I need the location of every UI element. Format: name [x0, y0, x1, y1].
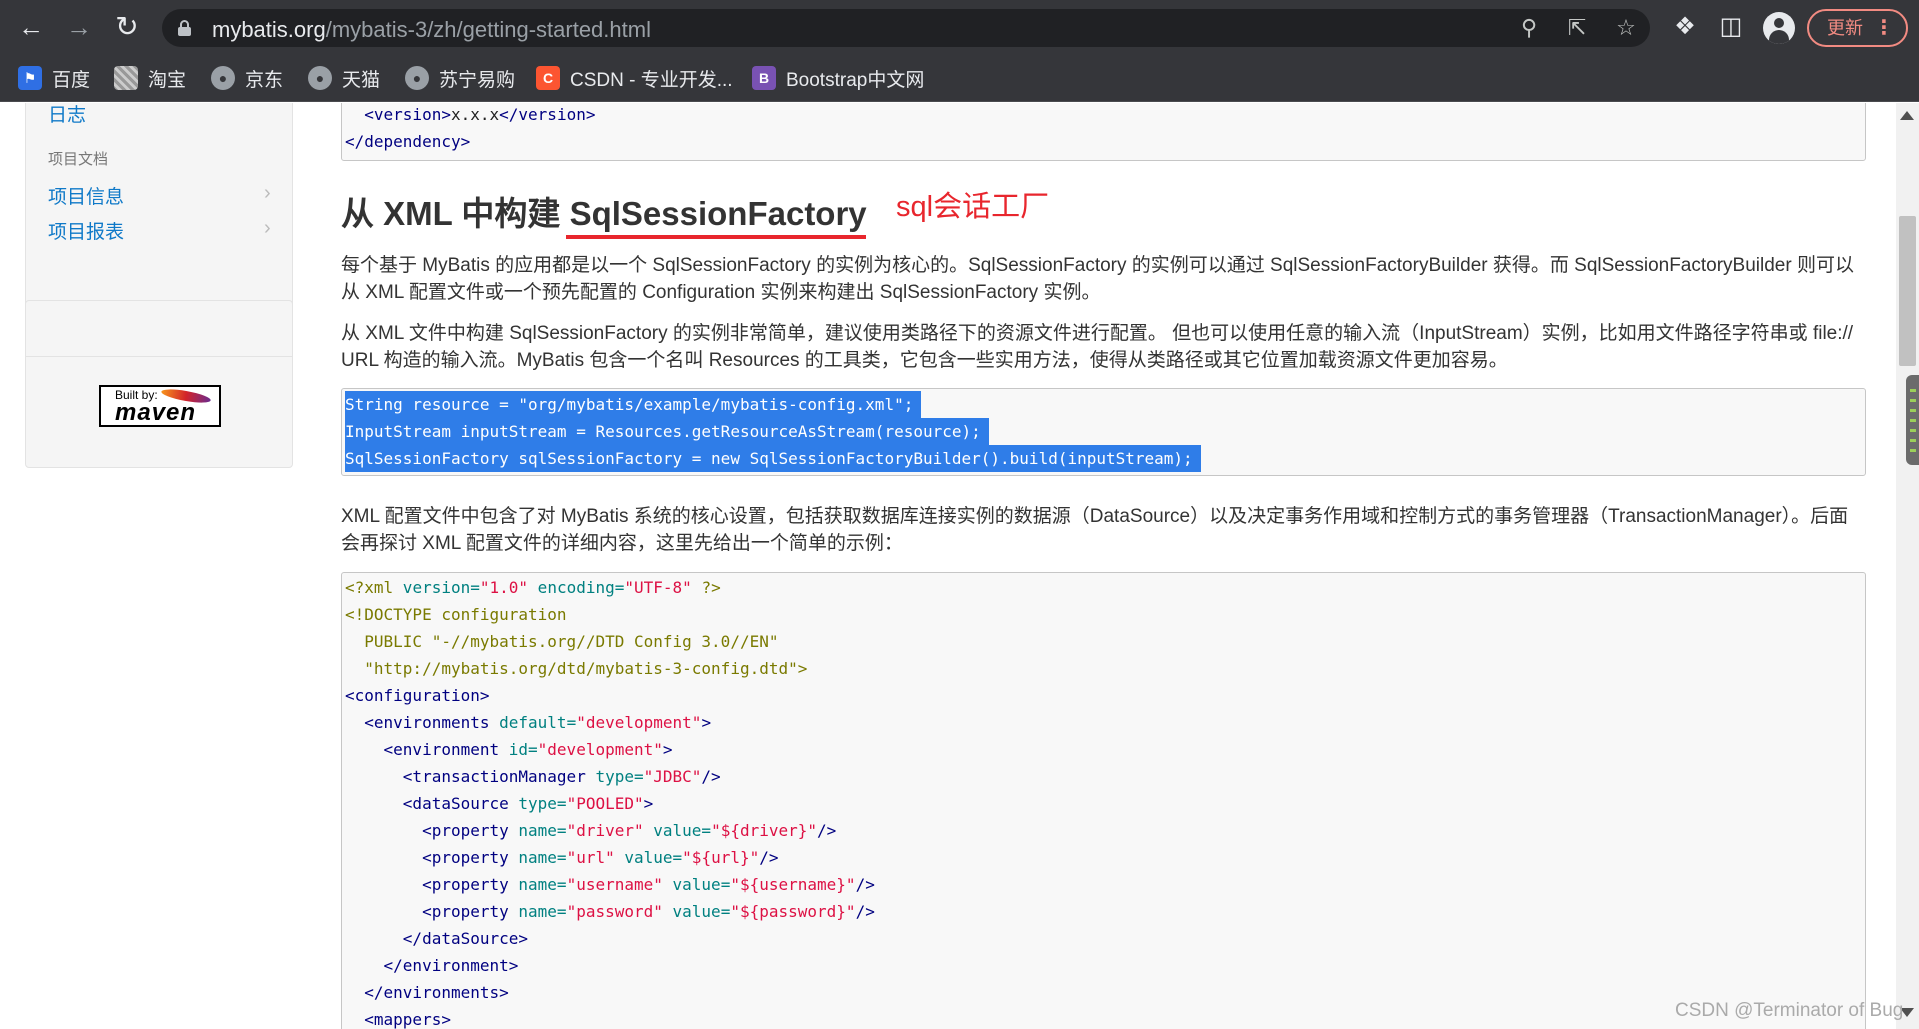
- code-line: </environments>: [345, 983, 509, 1002]
- maven-logo[interactable]: Built by: maven: [99, 385, 221, 427]
- section-heading: 从 XML 中构建 SqlSessionFactory: [341, 195, 867, 232]
- sidebar-item-project-info[interactable]: 项目信息: [48, 182, 124, 209]
- back-icon[interactable]: ←: [14, 10, 48, 44]
- more-menu-icon[interactable]: ⋮: [1874, 11, 1894, 45]
- bookmark-label: 京东: [245, 69, 284, 91]
- bookmark-label: 苏宁易购: [439, 69, 516, 91]
- bookmark-baidu[interactable]: ⚑ 百度: [18, 63, 90, 93]
- red-underline-annotation: [566, 235, 866, 239]
- browser-toolbar: ← → ↻ mybatis.org/mybatis-3/zh/getting-s…: [0, 0, 1919, 55]
- page-scrollbar[interactable]: [1896, 103, 1919, 1029]
- globe-icon: ●: [405, 66, 429, 90]
- scroll-up-arrow-icon[interactable]: [1900, 111, 1914, 120]
- bookmark-csdn[interactable]: C CSDN - 专业开发...: [536, 63, 733, 93]
- chevron-right-icon: ›: [264, 217, 271, 239]
- built-by-card: Built by: maven: [25, 300, 293, 468]
- chevron-right-icon: ›: [264, 182, 271, 204]
- bookmarks-bar: ⚑ 百度 淘宝 ● 京东 ● 天猫 ● 苏宁易购 C CSDN - 专业开发... B Bo…: [0, 55, 1919, 102]
- scrollbar-thumb[interactable]: [1899, 216, 1916, 366]
- bookmark-suning[interactable]: ● 苏宁易购: [405, 63, 515, 93]
- watermark: CSDN @Terminator of Bug: [1675, 1000, 1904, 1021]
- baidu-icon: ⚑: [18, 66, 42, 90]
- code-line-selected: SqlSessionFactory sqlSessionFactory = ne…: [345, 445, 1201, 472]
- address-bar[interactable]: mybatis.org/mybatis-3/zh/getting-started…: [162, 9, 1650, 47]
- bookmark-label: 百度: [52, 69, 91, 91]
- code-line: <property name="username" value="${usern…: [345, 875, 875, 894]
- globe-icon: ●: [308, 66, 332, 90]
- profile-avatar-icon[interactable]: [1763, 12, 1795, 44]
- url-path: /mybatis-3/zh/getting-started.html: [325, 17, 651, 42]
- bookmark-tmall[interactable]: ● 天猫: [308, 63, 380, 93]
- code-line: <configuration>: [345, 686, 490, 705]
- update-label: 更新: [1827, 18, 1863, 38]
- csdn-icon: C: [536, 66, 560, 90]
- bookmark-star-icon[interactable]: ☆: [1614, 16, 1638, 40]
- code-line: <?xml version="1.0" encoding="UTF-8" ?>: [345, 578, 721, 597]
- bookmark-label: 天猫: [342, 69, 381, 91]
- maven-name: maven: [115, 399, 197, 426]
- code-line: <transactionManager type="JDBC"/>: [345, 767, 721, 786]
- paragraph: XML 配置文件中包含了对 MyBatis 系统的核心设置，包括获取数据库连接实…: [341, 506, 1849, 554]
- url-text[interactable]: mybatis.org/mybatis-3/zh/getting-started…: [212, 17, 651, 43]
- lock-icon[interactable]: [178, 20, 191, 36]
- bookmark-taobao[interactable]: 淘宝: [114, 63, 186, 93]
- code-block-java: String resource = "org/mybatis/example/m…: [341, 388, 1866, 476]
- code-line-selected: InputStream inputStream = Resources.getR…: [345, 418, 989, 445]
- sidebar-item-project-reports[interactable]: 项目报表: [48, 217, 124, 244]
- code-line: <environments default="development">: [345, 713, 712, 732]
- globe-icon: ●: [211, 66, 235, 90]
- code-line: <mappers>: [345, 1010, 451, 1029]
- code-line: </dataSource>: [345, 929, 529, 948]
- forward-icon[interactable]: →: [62, 10, 96, 44]
- bookmark-jd[interactable]: ● 京东: [211, 63, 283, 93]
- code-line: "http://mybatis.org/dtd/mybatis-3-config…: [345, 659, 808, 678]
- url-host: mybatis.org: [212, 17, 326, 42]
- code-line: <environment id="development">: [345, 740, 673, 759]
- share-icon[interactable]: ⇱: [1565, 16, 1589, 40]
- code-line: <property name="url" value="${url}"/>: [345, 848, 779, 867]
- bookmark-label: 淘宝: [148, 69, 187, 91]
- paragraph: 从 XML 文件中构建 SqlSessionFactory 的实例非常简单，建议…: [341, 323, 1854, 371]
- extensions-puzzle-icon[interactable]: ❖: [1670, 12, 1700, 42]
- floating-side-widget[interactable]: [1906, 375, 1919, 465]
- code-line-selected: String resource = "org/mybatis/example/m…: [345, 391, 922, 418]
- bootstrap-icon: B: [752, 66, 776, 90]
- code-line: <property name="password" value="${passw…: [345, 902, 875, 921]
- code-line: </environment>: [345, 956, 519, 975]
- update-button[interactable]: 更新 ⋮: [1807, 9, 1908, 47]
- side-panel-icon[interactable]: ◫: [1716, 12, 1746, 42]
- reload-icon[interactable]: ↻: [110, 10, 144, 44]
- zoom-search-icon[interactable]: ⚲: [1517, 16, 1541, 40]
- taobao-icon: [114, 66, 138, 90]
- handwritten-annotation: sql会话工厂: [896, 191, 1050, 223]
- bookmark-label: Bootstrap中文网: [786, 69, 925, 91]
- divider: [26, 356, 292, 357]
- page-viewport: 日志 项目文档 项目信息 › 项目报表 › Built by: maven <v…: [0, 103, 1896, 1029]
- sidebar-item-log[interactable]: 日志: [48, 103, 86, 127]
- sidebar-section-heading: 项目文档: [48, 151, 109, 168]
- code-line: PUBLIC "-//mybatis.org//DTD Config 3.0//…: [345, 632, 779, 651]
- bookmark-bootstrap[interactable]: B Bootstrap中文网: [752, 63, 924, 93]
- code-line: <dataSource type="POOLED">: [345, 794, 654, 813]
- paragraph: 每个基于 MyBatis 的应用都是以一个 SqlSessionFactory …: [341, 255, 1854, 303]
- code-line: </dependency>: [345, 132, 471, 151]
- code-line: <version>x.x.x</version>: [364, 105, 596, 124]
- code-block-dependency: <version>x.x.x</version> </dependency>: [341, 103, 1866, 161]
- code-line: <!DOCTYPE configuration: [345, 605, 567, 624]
- bookmark-label: CSDN - 专业开发...: [570, 69, 733, 91]
- code-line: <property name="driver" value="${driver}…: [345, 821, 837, 840]
- code-block-xml: <?xml version="1.0" encoding="UTF-8" ?> …: [341, 572, 1866, 1029]
